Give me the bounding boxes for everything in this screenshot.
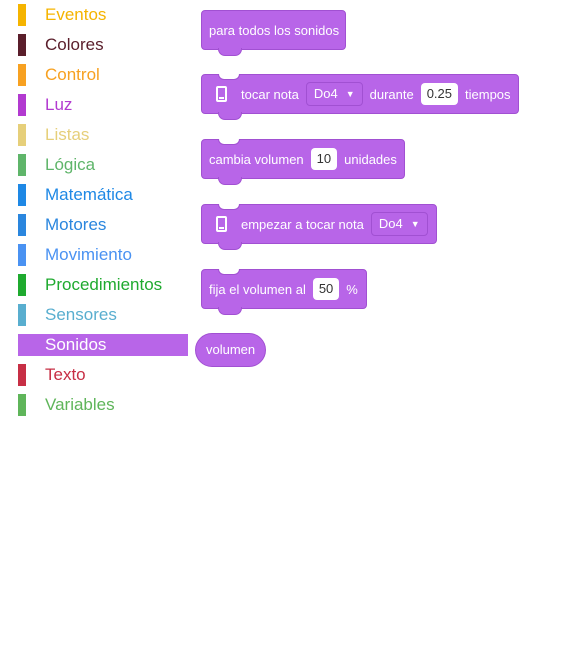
volume-change-input[interactable]: 10 — [310, 148, 338, 170]
note-value: Do4 — [313, 86, 338, 101]
category-label: Listas — [45, 125, 90, 144]
category-label: Motores — [45, 215, 107, 234]
category-item-control[interactable]: Control — [18, 64, 188, 86]
category-item-listas[interactable]: Listas — [18, 124, 188, 146]
play-note-block[interactable]: tocar nota Do4 ▼ durante 0.25 tiempos — [201, 74, 519, 120]
category-label: Eventos — [45, 5, 107, 24]
category-item-logica[interactable]: Lógica — [18, 154, 188, 176]
category-label: Texto — [45, 365, 86, 384]
category-list: Eventos Colores Control Luz Listas Lógica Mate… — [18, 4, 188, 424]
block-label: tocar nota — [241, 86, 299, 102]
block-tab — [218, 74, 240, 80]
block-label: unidades — [344, 151, 397, 167]
start-note-block[interactable]: empezar a tocar nota Do4 ▼ — [201, 204, 437, 250]
block-notch — [218, 177, 242, 185]
category-label: Control — [45, 65, 100, 84]
block-label: empezar a tocar nota — [241, 216, 364, 232]
duration-input[interactable]: 0.25 — [420, 83, 459, 105]
block-label: volumen — [206, 342, 256, 357]
volume-reporter-block[interactable]: volumen — [195, 333, 267, 367]
category-color-bar — [18, 364, 26, 386]
block-label: % — [346, 281, 358, 297]
block-tab — [218, 139, 240, 145]
block-label: fija el volumen al — [209, 281, 306, 297]
category-color-bar — [18, 394, 26, 416]
category-item-colores[interactable]: Colores — [18, 34, 188, 56]
category-color-bar — [18, 4, 26, 26]
block-notch — [218, 48, 242, 56]
stop-all-sounds-block[interactable]: para todos los sonidos — [201, 10, 347, 56]
category-item-motores[interactable]: Motores — [18, 214, 188, 236]
category-color-bar — [18, 154, 26, 176]
category-color-bar — [18, 244, 26, 266]
block-label: para todos los sonidos — [209, 22, 340, 38]
category-item-procedimientos[interactable]: Procedimientos — [18, 274, 188, 296]
note-dropdown[interactable]: Do4 ▼ — [305, 82, 363, 106]
category-item-sensores[interactable]: Sensores — [18, 304, 188, 326]
device-icon — [216, 86, 227, 102]
block-tab — [218, 269, 240, 275]
category-item-texto[interactable]: Texto — [18, 364, 188, 386]
set-volume-block[interactable]: fija el volumen al 50 % — [201, 269, 367, 315]
category-item-movimiento[interactable]: Movimiento — [18, 244, 188, 266]
volume-input[interactable]: 50 — [312, 278, 340, 300]
change-volume-block[interactable]: cambia volumen 10 unidades — [201, 139, 405, 185]
note-value: Do4 — [378, 216, 403, 231]
category-label: Movimiento — [45, 245, 132, 264]
chevron-down-icon: ▼ — [345, 89, 355, 99]
category-color-bar — [18, 304, 26, 326]
device-icon — [216, 216, 227, 232]
block-notch — [218, 242, 242, 250]
category-color-bar — [18, 214, 26, 236]
category-color-bar — [18, 184, 26, 206]
category-label: Variables — [45, 395, 115, 414]
category-color-bar — [18, 274, 26, 296]
category-color-bar — [18, 64, 26, 86]
block-label: tiempos — [465, 86, 511, 102]
category-label: Luz — [45, 95, 73, 114]
category-color-bar — [18, 124, 26, 146]
category-label: Colores — [45, 35, 104, 54]
block-label: cambia volumen — [209, 151, 304, 167]
chevron-down-icon: ▼ — [410, 219, 420, 229]
block-notch — [218, 307, 242, 315]
block-label: durante — [369, 86, 414, 102]
category-label: Sensores — [45, 305, 117, 324]
category-color-bar — [18, 34, 26, 56]
category-label: Sonidos — [45, 335, 107, 354]
category-label: Lógica — [45, 155, 96, 174]
block-notch — [218, 112, 242, 120]
category-item-variables[interactable]: Variables — [18, 394, 188, 416]
block-tab — [218, 204, 240, 210]
category-item-matematica[interactable]: Matemática — [18, 184, 188, 206]
category-item-eventos[interactable]: Eventos — [18, 4, 188, 26]
note-dropdown[interactable]: Do4 ▼ — [370, 212, 428, 236]
category-label: Matemática — [45, 185, 133, 204]
category-item-sonidos[interactable]: Sonidos — [18, 334, 188, 356]
category-color-bar — [18, 94, 26, 116]
category-label: Procedimientos — [45, 275, 163, 294]
category-item-luz[interactable]: Luz — [18, 94, 188, 116]
